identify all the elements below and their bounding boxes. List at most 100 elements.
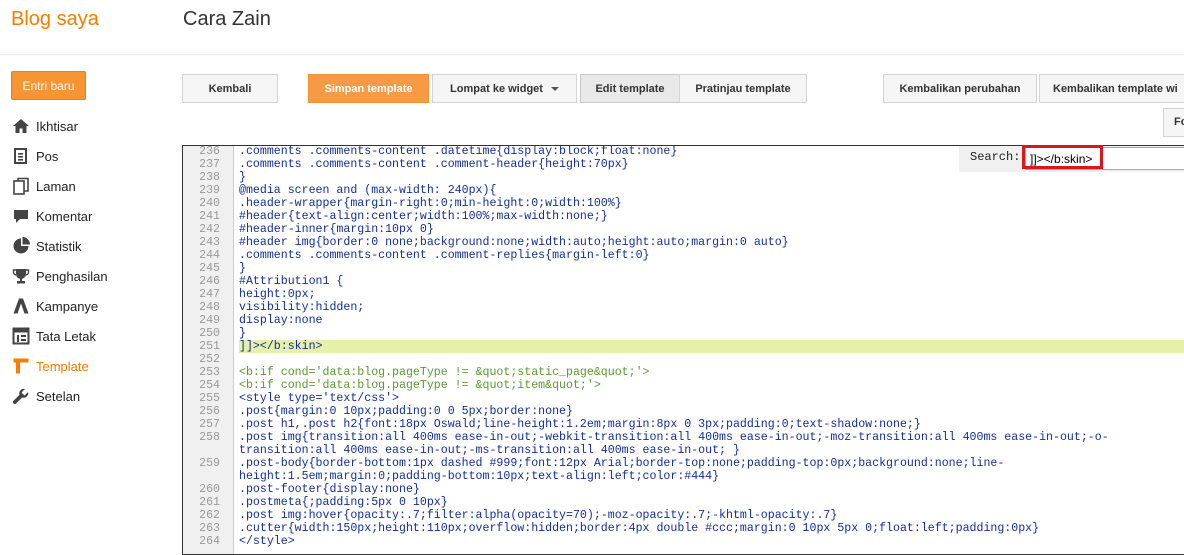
line-code: <style type='text/css'> xyxy=(239,392,400,405)
line-code: #header-inner{margin:10px 0} xyxy=(239,223,434,236)
line-code: <b:if cond='data:blog.pageType != &quot;… xyxy=(239,379,601,392)
sidebar-item-setelan[interactable]: Setelan xyxy=(11,381,108,411)
save-template-button[interactable]: Simpan template xyxy=(308,74,429,103)
template-icon xyxy=(11,356,31,376)
sidebar-item-ikhtisar[interactable]: Ikhtisar xyxy=(11,111,108,141)
line-code: .post img{transition:all 400ms ease-in-o… xyxy=(239,431,1109,457)
line-code: .post-body{border-bottom:1px dashed #999… xyxy=(239,457,1005,483)
sidebar-item-penghasilan[interactable]: Penghasilan xyxy=(11,261,108,291)
line-code: .comments .comments-content .comment-rep… xyxy=(239,249,650,262)
sidebar-item-komentar[interactable]: Komentar xyxy=(11,201,108,231)
sidebar-item-statistik[interactable]: Statistik xyxy=(11,231,108,261)
fold-button[interactable]: Fo xyxy=(1163,108,1184,137)
sidebar-item-tata-letak[interactable]: Tata Letak xyxy=(11,321,108,351)
edit-template-button[interactable]: Edit template xyxy=(580,74,680,103)
home-icon xyxy=(11,116,31,136)
line-number: 244 xyxy=(199,249,220,262)
line-number: 263 xyxy=(199,522,220,535)
blog-brand[interactable]: Blog saya xyxy=(11,8,99,31)
line-code: .postmeta{;padding:5px 0 10px} xyxy=(239,496,448,509)
sidebar-item-laman[interactable]: Laman xyxy=(11,171,108,201)
code-line: 240 .header-wrapper{margin-right:0;min-he… xyxy=(183,197,1184,210)
campaign-icon xyxy=(11,296,31,316)
sidebar-item-label: Komentar xyxy=(36,208,93,224)
line-code: } xyxy=(239,171,246,184)
back-button[interactable]: Kembali xyxy=(182,74,278,103)
trophy-icon xyxy=(11,266,31,286)
wrench-icon xyxy=(11,386,31,406)
line-number: 253 xyxy=(199,366,220,379)
code-line: 239 @media screen and (max-width: 240px){ xyxy=(183,184,1184,197)
code-line: 259 .post-body{border-bottom:1px dashed #… xyxy=(183,457,1184,483)
code-line: 255 <style type='text/css'> xyxy=(183,392,1184,405)
line-number: 243 xyxy=(199,236,220,249)
code-line: 263 .cutter{width:150px;height:110px;over… xyxy=(183,522,1184,535)
line-code: .cutter{width:150px;height:110px;overflo… xyxy=(239,522,1040,535)
code-line: 253 <b:if cond='data:blog.pageType != &qu… xyxy=(183,366,1184,379)
line-code: height:0px; xyxy=(239,288,316,301)
line-number: 240 xyxy=(199,197,220,210)
template-code-editor[interactable]: 236 .comments .comments-content .datetime… xyxy=(182,145,1184,555)
line-code: #header{text-align:center;width:100%;max… xyxy=(239,210,608,223)
revert-widget-template-button[interactable]: Kembalikan template wi xyxy=(1039,74,1184,103)
sidebar-item-label: Pos xyxy=(36,148,59,164)
code-line: 242 #header-inner{margin:10px 0} xyxy=(183,223,1184,236)
line-number: 252 xyxy=(199,353,220,366)
sidebar-item-template[interactable]: Template xyxy=(11,351,108,381)
sidebar-item-label: Ikhtisar xyxy=(36,118,78,134)
code-line: 261 .postmeta{;padding:5px 0 10px} xyxy=(183,496,1184,509)
line-number: 258 xyxy=(199,431,220,444)
line-code: .post h1,.post h2{font:18px Oswald;line-… xyxy=(239,418,921,431)
search-label: Search: xyxy=(970,150,1021,164)
line-code: .post img:hover{opacity:.7;filter:alpha(… xyxy=(239,509,838,522)
new-post-button[interactable]: Entri baru xyxy=(11,71,86,100)
sidebar-item-label: Setelan xyxy=(36,388,81,404)
code-line: 246 #Attribution1 { xyxy=(183,275,1184,288)
line-number: 261 xyxy=(199,496,220,509)
code-line: 250} xyxy=(183,327,1184,340)
search-bar: Search: xyxy=(959,146,1184,172)
line-code: } xyxy=(239,262,246,275)
line-code: ]]></b:skin> xyxy=(239,340,1184,353)
line-number: 245 xyxy=(199,262,220,275)
posts-icon xyxy=(11,146,31,166)
line-code: visibility:hidden; xyxy=(239,301,365,314)
sidebar-item-label: Laman xyxy=(36,178,76,194)
line-number: 251 xyxy=(199,340,220,353)
line-number: 259 xyxy=(199,457,220,470)
sidebar-item-label: Template xyxy=(36,358,89,374)
code-line: 241 #header{text-align:center;width:100%;… xyxy=(183,210,1184,223)
search-input[interactable] xyxy=(1025,147,1184,170)
line-number: 238 xyxy=(199,171,220,184)
code-line: 252 xyxy=(183,353,1184,366)
line-number: 257 xyxy=(199,418,220,431)
code-line: 238} xyxy=(183,171,1184,184)
code-line: 249 display:none xyxy=(183,314,1184,327)
comment-icon xyxy=(11,206,31,226)
revert-changes-button[interactable]: Kembalikan perubahan xyxy=(883,74,1037,103)
code-line: 248 visibility:hidden; xyxy=(183,301,1184,314)
sidebar-item-pos[interactable]: Pos xyxy=(11,141,108,171)
code-line: 251 ]]></b:skin> xyxy=(183,340,1184,353)
code-line: 256 .post{margin:0 10px;padding:0 0 5px;b… xyxy=(183,405,1184,418)
layout-icon xyxy=(11,326,31,346)
code-line: 243 #header img{border:0 none;background:… xyxy=(183,236,1184,249)
line-number: 264 xyxy=(199,535,220,548)
jump-to-widget-dropdown[interactable]: Lompat ke widget xyxy=(432,74,577,103)
code-line: 264 </style> xyxy=(183,535,1184,548)
header-divider xyxy=(0,54,1184,55)
sidebar-item-kampanye[interactable]: Kampanye xyxy=(11,291,108,321)
line-number: 260 xyxy=(199,483,220,496)
line-number: 242 xyxy=(199,223,220,236)
code-lines[interactable]: 236 .comments .comments-content .datetime… xyxy=(183,146,1184,548)
code-line: 257 .post h1,.post h2{font:18px Oswald;li… xyxy=(183,418,1184,431)
code-line: 254 <b:if cond='data:blog.pageType != &qu… xyxy=(183,379,1184,392)
line-number: 262 xyxy=(199,509,220,522)
preview-template-button[interactable]: Pratinjau template xyxy=(679,74,807,103)
chevron-down-icon xyxy=(550,86,559,91)
line-number: 249 xyxy=(199,314,220,327)
pages-icon xyxy=(11,176,31,196)
line-code: </style> xyxy=(239,535,295,548)
pie-chart-icon xyxy=(11,236,31,256)
